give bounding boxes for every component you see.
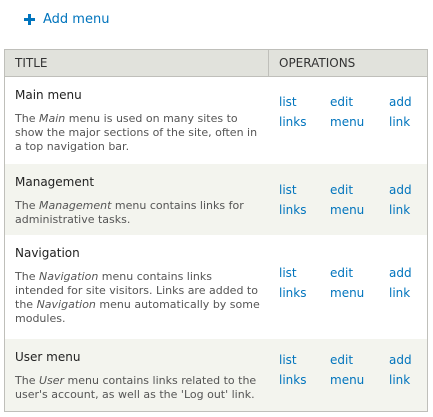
operations-cell: list links edit menu add link (269, 164, 427, 235)
menu-title-cell: Main menu The Main menu is used on many … (5, 77, 269, 164)
edit-menu-link[interactable]: edit menu (330, 263, 364, 303)
menu-name: Navigation (15, 246, 80, 260)
add-menu-link[interactable]: Add menu (24, 12, 109, 27)
operations-cell: list links edit menu add link (269, 77, 427, 164)
list-links-link[interactable]: list links (279, 350, 306, 390)
table-row: User menu The User menu contains links r… (5, 339, 427, 411)
edit-menu-link[interactable]: edit menu (330, 92, 364, 132)
menu-title-cell: Navigation The Navigation menu contains … (5, 235, 269, 339)
add-menu-label: Add menu (43, 12, 110, 27)
add-link-link[interactable]: add link (389, 180, 412, 220)
menu-description: The Management menu contains links for a… (15, 199, 244, 226)
table-row: Navigation The Navigation menu contains … (5, 235, 427, 339)
operations-cell: list links edit menu add link (269, 235, 427, 339)
menu-name: Main menu (15, 88, 82, 102)
menu-table: TITLE OPERATIONS Main menu The Main menu… (4, 49, 428, 412)
menu-name: Management (15, 175, 95, 189)
menu-title-cell: Management The Management menu contains … (5, 164, 269, 235)
menu-description: The Main menu is used on many sites to s… (15, 112, 258, 153)
add-link-link[interactable]: add link (389, 263, 412, 303)
column-header-operations: OPERATIONS (279, 56, 356, 70)
add-link-link[interactable]: add link (389, 350, 412, 390)
column-header-title: TITLE (5, 50, 269, 76)
table-header: TITLE OPERATIONS (5, 50, 427, 77)
table-row: Main menu The Main menu is used on many … (5, 77, 427, 164)
edit-menu-link[interactable]: edit menu (330, 180, 364, 220)
list-links-link[interactable]: list links (279, 92, 306, 132)
menu-description: The User menu contains links related to … (15, 374, 257, 401)
table-row: Management The Management menu contains … (5, 164, 427, 235)
list-links-link[interactable]: list links (279, 263, 306, 303)
add-link-link[interactable]: add link (389, 92, 412, 132)
edit-menu-link[interactable]: edit menu (330, 350, 364, 390)
menu-title-cell: User menu The User menu contains links r… (5, 339, 269, 411)
operations-cell: list links edit menu add link (269, 339, 427, 411)
menu-description: The Navigation menu contains links inten… (15, 270, 260, 325)
list-links-link[interactable]: list links (279, 180, 306, 220)
plus-icon (24, 13, 36, 26)
menu-name: User menu (15, 350, 81, 364)
